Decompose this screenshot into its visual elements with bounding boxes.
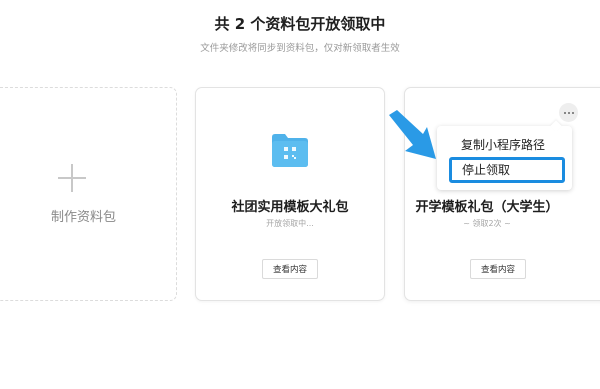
menu-item-copy-path[interactable]: 复制小程序路径 (437, 134, 572, 156)
plus-icon (58, 164, 86, 192)
view-content-button[interactable]: 查看内容 (262, 259, 318, 279)
folder-qr-icon (272, 134, 308, 167)
page-title: 共 2 个资料包开放领取中 (214, 15, 386, 33)
pack-title: 开学模板礼包（大学生） (415, 200, 559, 215)
more-options-icon[interactable] (559, 103, 578, 122)
page-subtitle: 文件夹修改将同步到资料包，仅对新领取者生效 (200, 43, 400, 54)
pack-card[interactable]: 社团实用模板大礼包 开放领取中... 查看内容 (195, 87, 385, 301)
create-pack-label: 制作资料包 (50, 210, 116, 225)
page: 共 2 个资料包开放领取中 文件夹修改将同步到资料包，仅对新领取者生效 制作资料… (0, 0, 600, 389)
options-dropdown-menu: 复制小程序路径 停止领取 (437, 126, 572, 190)
create-pack-card[interactable]: 制作资料包 (0, 87, 177, 301)
pack-title: 社团实用模板大礼包 (231, 200, 349, 215)
callout-arrow-icon (389, 110, 436, 159)
pack-status: 开放领取中... (266, 219, 314, 228)
menu-item-stop-receiving[interactable]: 停止领取 (449, 157, 565, 183)
pack-status: ~ 领取2次 ~ (463, 219, 511, 228)
view-content-button[interactable]: 查看内容 (470, 259, 526, 279)
